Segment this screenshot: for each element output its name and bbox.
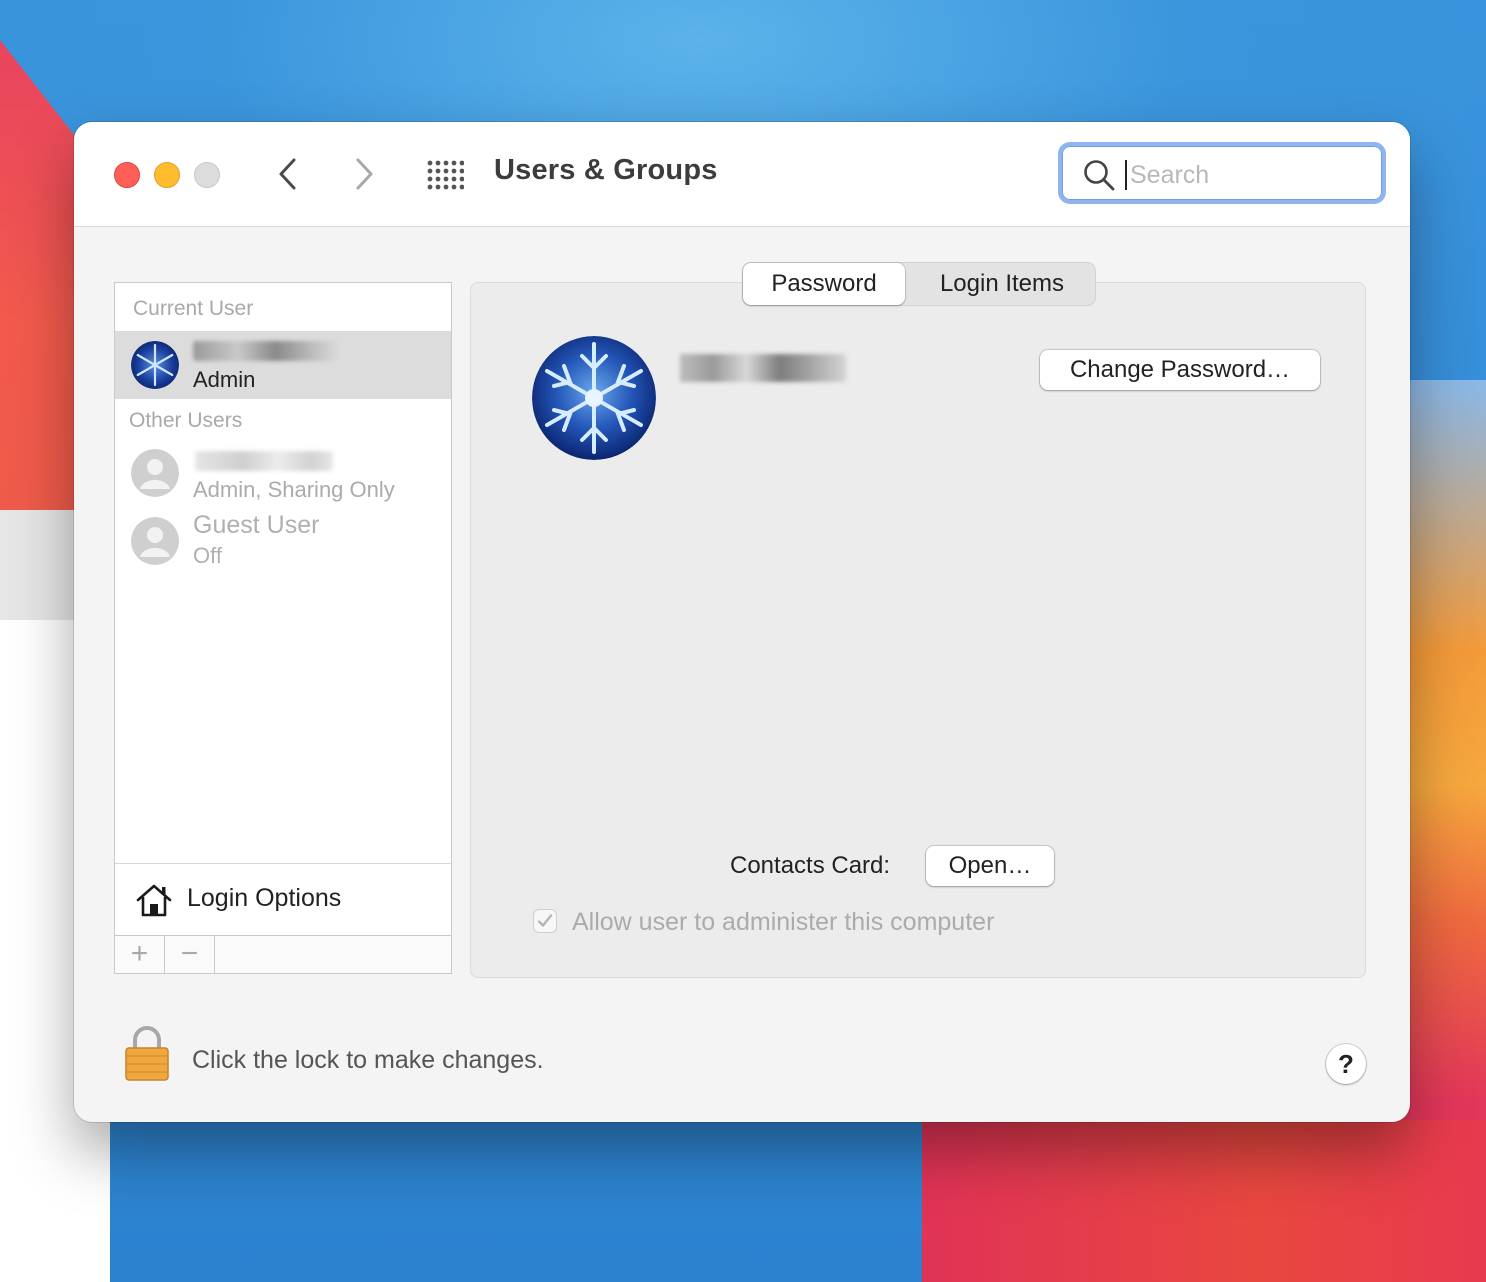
minimize-button[interactable] [154,162,180,188]
change-password-button[interactable]: Change Password… [1040,350,1320,390]
grid-icon [427,160,465,190]
user-name-redacted [193,341,343,361]
add-user-button[interactable]: + [115,936,165,973]
other-users-header: Other Users [129,409,243,432]
remove-user-button[interactable]: − [165,936,215,973]
chevron-right-icon [356,158,373,190]
forward-button[interactable] [344,152,384,196]
guest-user-name: Guest User [193,511,320,539]
snowflake-avatar [131,341,179,389]
user-row-other[interactable]: Admin, Sharing Only [115,443,451,505]
user-full-name-redacted [680,354,846,382]
close-button[interactable] [114,162,140,188]
user-role: Admin, Sharing Only [193,477,395,502]
house-icon [136,884,172,917]
wallpaper-bottom-shape [922,1120,1486,1282]
chevron-left-icon [279,158,296,190]
search-field[interactable] [1058,142,1386,204]
user-picture[interactable] [532,336,656,460]
preferences-window: Users & Groups Current User [74,122,1410,1122]
users-list: Current User Admin Other Users Admin, Sh… [114,282,452,974]
zoom-button[interactable] [194,162,220,188]
search-icon [1084,160,1115,191]
contacts-card-label: Contacts Card: [730,852,891,879]
login-options-label: Login Options [187,884,342,912]
guest-user-status: Off [193,543,222,568]
tab-password[interactable]: Password [743,263,905,305]
user-name-redacted [195,451,333,471]
back-button[interactable] [270,152,310,196]
tab-login-items[interactable]: Login Items [909,263,1095,305]
window-title: Users & Groups [494,154,718,186]
show-all-button[interactable] [424,158,465,190]
tab-bar: Password Login Items [742,262,1096,306]
login-options-row[interactable]: Login Options [115,863,451,935]
help-button[interactable]: ? [1326,1044,1366,1084]
generic-user-icon [131,517,179,565]
list-actions-bar: + − [115,935,451,973]
lock-message: Click the lock to make changes. [192,1046,544,1074]
user-row-current[interactable]: Admin [115,331,451,399]
allow-admin-label: Allow user to administer this computer [572,908,995,936]
user-row-guest[interactable]: Guest User Off [115,509,451,575]
allow-admin-checkbox[interactable] [533,909,557,933]
toolbar: Users & Groups [74,122,1410,227]
current-user-header: Current User [133,297,254,320]
generic-user-icon [131,449,179,497]
open-contacts-button[interactable]: Open… [926,846,1054,886]
checkmark-icon [537,914,553,927]
lock-icon[interactable] [124,1024,170,1082]
text-cursor [1125,160,1127,190]
user-role: Admin [193,367,256,392]
search-input[interactable] [1128,154,1362,196]
